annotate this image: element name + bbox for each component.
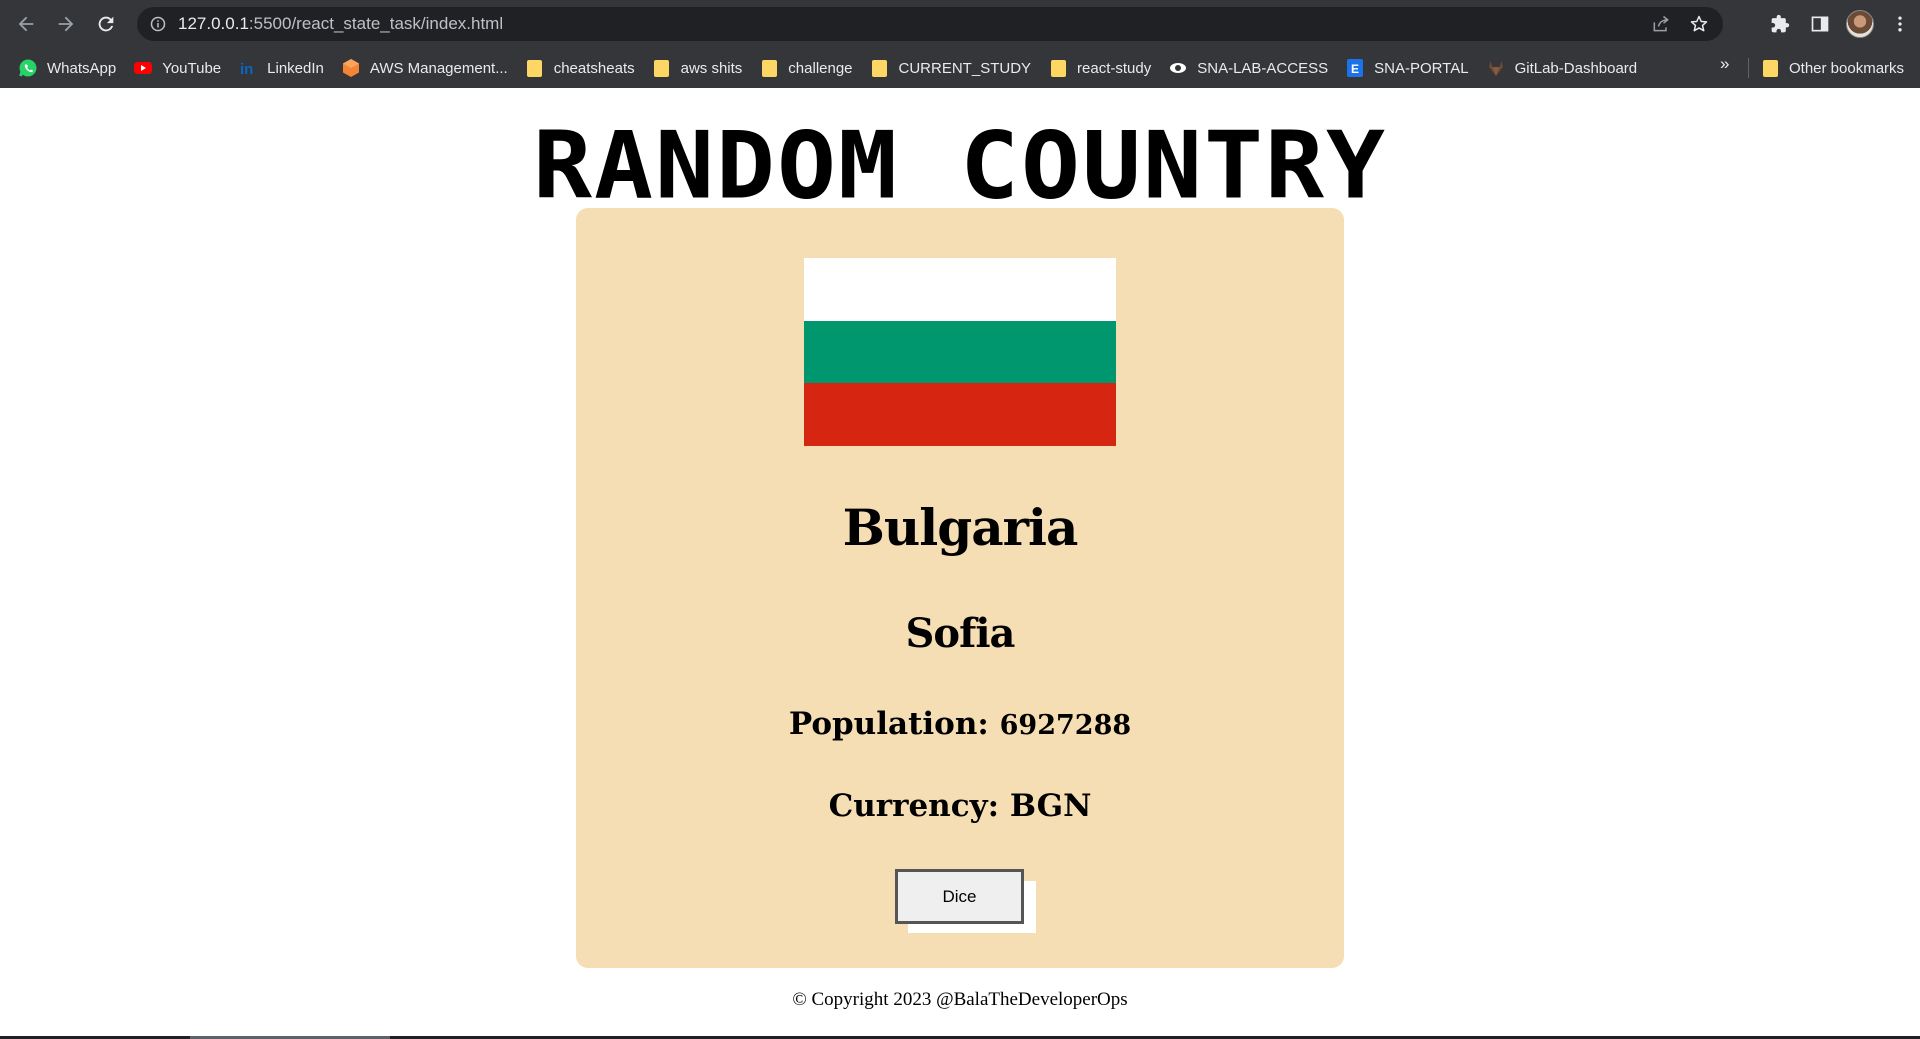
youtube-icon: [133, 58, 153, 78]
url-path: :5500/react_state_task/index.html: [248, 14, 504, 33]
gitlab-icon: [1486, 58, 1506, 78]
url-text[interactable]: 127.0.0.1:5500/react_state_task/index.ht…: [178, 14, 503, 34]
more-bookmarks-chevron[interactable]: »: [1720, 54, 1729, 74]
bookmark-linkedin[interactable]: in LinkedIn: [236, 54, 334, 82]
bookmark-cheatsheats[interactable]: cheatsheats: [523, 54, 645, 82]
reload-icon: [98, 16, 114, 32]
folder-icon: [1760, 58, 1780, 78]
e-icon: E: [1345, 58, 1365, 78]
country-flag: [804, 258, 1116, 447]
currency-value: BGN: [1009, 788, 1092, 824]
flag-stripe-red: [804, 383, 1116, 447]
bookmark-aws-shits[interactable]: aws shits: [650, 54, 753, 82]
profile-avatar[interactable]: [1840, 4, 1880, 44]
svg-text:E: E: [1351, 62, 1359, 76]
whatsapp-icon: [18, 58, 38, 78]
back-button[interactable]: [6, 4, 46, 44]
extensions-puzzle-icon[interactable]: [1760, 4, 1800, 44]
copyright-footer: © Copyright 2023 @BalaTheDeveloperOps: [792, 989, 1128, 1010]
aws-icon: [341, 58, 361, 78]
forward-button[interactable]: [46, 4, 86, 44]
page-title: RANDOM COUNTRY: [532, 111, 1387, 221]
bookmark-react-study[interactable]: react-study: [1046, 54, 1161, 82]
capital-name: Sofia: [905, 610, 1016, 657]
reload-button[interactable]: [86, 4, 126, 44]
side-panel-icon[interactable]: [1800, 4, 1840, 44]
star-icon[interactable]: [1687, 12, 1711, 36]
population-line: Population: 6927288: [576, 706, 1344, 742]
folder-icon: [1048, 58, 1068, 78]
currency-label: Currency:: [828, 788, 1000, 824]
linkedin-icon: in: [238, 58, 258, 78]
dice-button[interactable]: Dice: [895, 869, 1024, 924]
bookmarks-divider: [1748, 58, 1749, 78]
bookmark-aws-management[interactable]: AWS Management...: [339, 54, 518, 82]
folder-icon: [652, 58, 672, 78]
bookmark-sna-portal[interactable]: E SNA-PORTAL: [1343, 54, 1478, 82]
page-content: RANDOM COUNTRY Bulgaria Sofia Population…: [0, 88, 1920, 1039]
url-host: 127.0.0.1: [178, 14, 249, 33]
menu-kebab-icon[interactable]: [1880, 4, 1920, 44]
eye-icon: [1168, 58, 1188, 78]
country-card: Bulgaria Sofia Population: 6927288 Curre…: [576, 208, 1344, 968]
flag-stripe-white: [804, 258, 1116, 321]
svg-text:in: in: [240, 61, 253, 78]
bookmark-challenge[interactable]: challenge: [757, 54, 862, 82]
bookmark-gitlab-dashboard[interactable]: GitLab-Dashboard: [1484, 54, 1648, 82]
arrow-right-icon: [58, 16, 74, 32]
population-value: 6927288: [999, 710, 1132, 741]
country-name: Bulgaria: [842, 498, 1079, 557]
site-info-icon[interactable]: [150, 16, 166, 32]
population-label: Population:: [788, 706, 989, 742]
bookmark-sna-lab-access[interactable]: SNA-LAB-ACCESS: [1166, 54, 1338, 82]
bookmark-youtube[interactable]: YouTube: [131, 54, 231, 82]
flag-stripe-green: [804, 320, 1116, 384]
folder-icon: [870, 58, 890, 78]
arrow-left-icon: [18, 16, 34, 32]
address-bar[interactable]: 127.0.0.1:5500/react_state_task/index.ht…: [137, 7, 1723, 41]
share-icon[interactable]: [1649, 12, 1673, 36]
bookmark-current-study[interactable]: CURRENT_STUDY: [868, 54, 1042, 82]
bookmark-whatsapp[interactable]: WhatsApp: [16, 54, 126, 82]
bookmarks-bar: WhatsApp YouTube in LinkedIn AWS Managem…: [0, 48, 1920, 88]
browser-chrome: 127.0.0.1:5500/react_state_task/index.ht…: [0, 0, 1920, 88]
currency-line: Currency: BGN: [576, 788, 1344, 824]
bookmark-other-bookmarks[interactable]: Other bookmarks: [1758, 54, 1914, 82]
browser-toolbar: 127.0.0.1:5500/react_state_task/index.ht…: [0, 0, 1920, 48]
folder-icon: [525, 58, 545, 78]
folder-icon: [759, 58, 779, 78]
